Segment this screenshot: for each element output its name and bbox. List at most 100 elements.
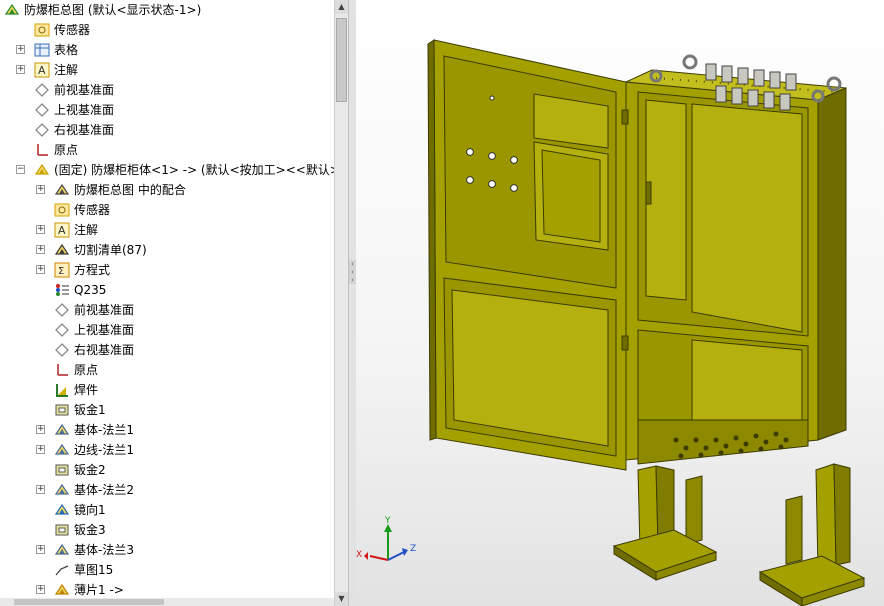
tree-item[interactable]: − (固定) 防爆柜柜体<1> -> (默认<按加工><<默认>_显 — [0, 160, 334, 180]
tree-item[interactable]: + Σ 方程式 — [0, 260, 334, 280]
tree-item-label: 焊件 — [74, 383, 99, 397]
plane-icon — [34, 82, 50, 98]
tree-item-label: 边线-法兰1 — [74, 443, 134, 457]
expand-toggle-icon[interactable]: + — [16, 65, 25, 74]
tree-item-label: 防爆柜总图 (默认<显示状态-1>) — [24, 3, 202, 17]
tree-item-label: 注解 — [54, 63, 79, 77]
tree-item[interactable]: + 切割清单(87) — [0, 240, 334, 260]
sheetmetal-icon — [54, 402, 70, 418]
cabinet-legs — [612, 463, 866, 606]
expand-toggle-icon[interactable]: + — [16, 45, 25, 54]
tree-item-label: 基体-法兰2 — [74, 483, 134, 497]
plane-icon — [34, 102, 50, 118]
expand-toggle-icon[interactable]: + — [36, 245, 45, 254]
tree-item-label: 上视基准面 — [54, 103, 115, 117]
tree-item[interactable]: 防爆柜总图 (默认<显示状态-1>) — [0, 0, 334, 20]
tree-item-label: 钣金2 — [74, 463, 106, 477]
expand-toggle-icon[interactable]: + — [36, 485, 45, 494]
plane-icon — [54, 342, 70, 358]
tree-item[interactable]: 钣金2 — [0, 460, 334, 480]
tree-item-label: 注解 — [74, 223, 99, 237]
tree-item[interactable]: + 薄片1 -> — [0, 580, 334, 600]
tab-icon — [54, 582, 70, 598]
tree-item[interactable]: 草图15 — [0, 560, 334, 580]
assembly-icon — [4, 2, 20, 18]
tree-item-label: 基体-法兰3 — [74, 543, 134, 557]
table-icon — [34, 42, 50, 58]
sheetmetal-icon — [54, 522, 70, 538]
tree-item[interactable]: 前视基准面 — [0, 300, 334, 320]
expand-toggle-icon[interactable]: + — [36, 445, 45, 454]
tree-item[interactable]: 上视基准面 — [0, 100, 334, 120]
tree-item-label: (固定) 防爆柜柜体<1> -> (默认<按加工><<默认>_显 — [54, 163, 334, 177]
cabinet-body — [624, 54, 847, 465]
tree-item[interactable]: 右视基准面 — [0, 120, 334, 140]
tree-item[interactable]: Q235 — [0, 280, 334, 300]
tree-item-label: 表格 — [54, 43, 79, 57]
expand-toggle-icon[interactable]: + — [36, 425, 45, 434]
tree-vertical-scrollbar[interactable]: ▲ ▼ — [334, 0, 348, 606]
tree-item-label: 上视基准面 — [74, 323, 135, 337]
mates-icon — [54, 182, 70, 198]
tree-item[interactable]: + 表格 — [0, 40, 334, 60]
origin-icon — [54, 362, 70, 378]
tree-item-label: 镜向1 — [74, 503, 106, 517]
triad-x-label: X — [356, 550, 362, 560]
tree-item[interactable]: 上视基准面 — [0, 320, 334, 340]
tree-item[interactable]: 原点 — [0, 360, 334, 380]
expand-toggle-icon[interactable]: + — [36, 585, 45, 594]
tree-item[interactable]: 右视基准面 — [0, 340, 334, 360]
scroll-thumb[interactable] — [336, 18, 347, 102]
tree-item-label: 防爆柜总图 中的配合 — [74, 183, 186, 197]
panel-splitter[interactable]: ‹ ‹ ‹ — [348, 0, 356, 606]
tree-horizontal-scrollbar[interactable] — [0, 598, 334, 606]
edge-flange-icon — [54, 442, 70, 458]
tree-item[interactable]: 镜向1 — [0, 500, 334, 520]
tree-item[interactable]: + 边线-法兰1 — [0, 440, 334, 460]
tree-item[interactable]: 钣金1 — [0, 400, 334, 420]
collapse-panel-icon[interactable]: ‹ ‹ ‹ — [349, 260, 356, 284]
scroll-down-arrow-icon[interactable]: ▼ — [335, 592, 348, 606]
tree-item[interactable]: 钣金3 — [0, 520, 334, 540]
tree-item[interactable]: + A 注解 — [0, 60, 334, 80]
tree-item[interactable]: 传感器 — [0, 200, 334, 220]
plane-icon — [34, 122, 50, 138]
tree-item[interactable]: 原点 — [0, 140, 334, 160]
tree-item[interactable]: 焊件 — [0, 380, 334, 400]
sketch-icon — [54, 562, 70, 578]
collapse-toggle-icon[interactable]: − — [16, 165, 25, 174]
tree-item-label: 方程式 — [74, 263, 111, 277]
sheetmetal-icon — [54, 462, 70, 478]
expand-toggle-icon[interactable]: + — [36, 225, 45, 234]
part-icon — [34, 162, 50, 178]
svg-text:Σ: Σ — [58, 266, 64, 277]
cabinet-door — [427, 39, 629, 471]
tree-item-label: 基体-法兰1 — [74, 423, 134, 437]
tree-item[interactable]: + 基体-法兰3 — [0, 540, 334, 560]
annotation-icon: A — [54, 222, 70, 238]
tree-item-label: 原点 — [74, 363, 99, 377]
tree-item[interactable]: + 基体-法兰2 — [0, 480, 334, 500]
material-icon — [54, 282, 70, 298]
tree-item[interactable]: 传感器 — [0, 20, 334, 40]
graphics-viewport[interactable]: Y X Z — [356, 0, 884, 606]
tree-item-label: 前视基准面 — [74, 303, 135, 317]
tree-item[interactable]: + A 注解 — [0, 220, 334, 240]
tree-item[interactable]: 前视基准面 — [0, 80, 334, 100]
expand-toggle-icon[interactable]: + — [36, 185, 45, 194]
equation-icon: Σ — [54, 262, 70, 278]
view-triad: Y X Z — [356, 516, 416, 561]
scroll-up-arrow-icon[interactable]: ▲ — [335, 0, 348, 14]
tree-item[interactable]: + 基体-法兰1 — [0, 420, 334, 440]
triad-z-label: Z — [410, 544, 416, 554]
tree-item-label: 原点 — [54, 143, 79, 157]
tree-item[interactable]: + 防爆柜总图 中的配合 — [0, 180, 334, 200]
tree-item-label: 薄片1 -> — [74, 583, 124, 597]
expand-toggle-icon[interactable]: + — [36, 545, 45, 554]
hscroll-thumb[interactable] — [14, 599, 164, 605]
annotation-icon: A — [34, 62, 50, 78]
expand-toggle-icon[interactable]: + — [36, 265, 45, 274]
cabinet-3d-model[interactable]: Y X Z — [356, 0, 884, 606]
tree-item-label: 钣金1 — [74, 403, 106, 417]
cutlist-icon — [54, 242, 70, 258]
